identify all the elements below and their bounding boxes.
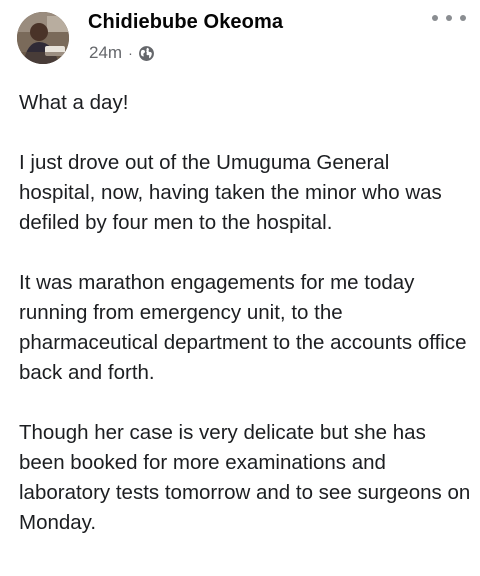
post-paragraph: What a day!	[19, 91, 129, 114]
post-paragraph: Though her case is very delicate but she…	[19, 421, 471, 534]
post-text: What a day! I just drove out of the Umug…	[19, 88, 471, 568]
more-dot	[460, 15, 466, 21]
author-name[interactable]: Chidiebube Okeoma	[88, 11, 283, 34]
post-header: Chidiebube Okeoma 24m ·	[0, 0, 480, 80]
meta-separator: ·	[128, 45, 133, 61]
avatar-photo	[17, 12, 69, 64]
globe-icon[interactable]	[138, 45, 155, 62]
more-dot	[446, 15, 452, 21]
more-options-icon[interactable]	[432, 8, 466, 28]
post-meta: 24m ·	[89, 42, 155, 64]
post-paragraph: It was marathon engagements for me today…	[19, 271, 467, 384]
more-dot	[432, 15, 438, 21]
avatar[interactable]	[17, 12, 69, 64]
post-paragraph: I just drove out of the Umuguma General …	[19, 151, 442, 234]
post-timestamp[interactable]: 24m	[89, 43, 122, 63]
